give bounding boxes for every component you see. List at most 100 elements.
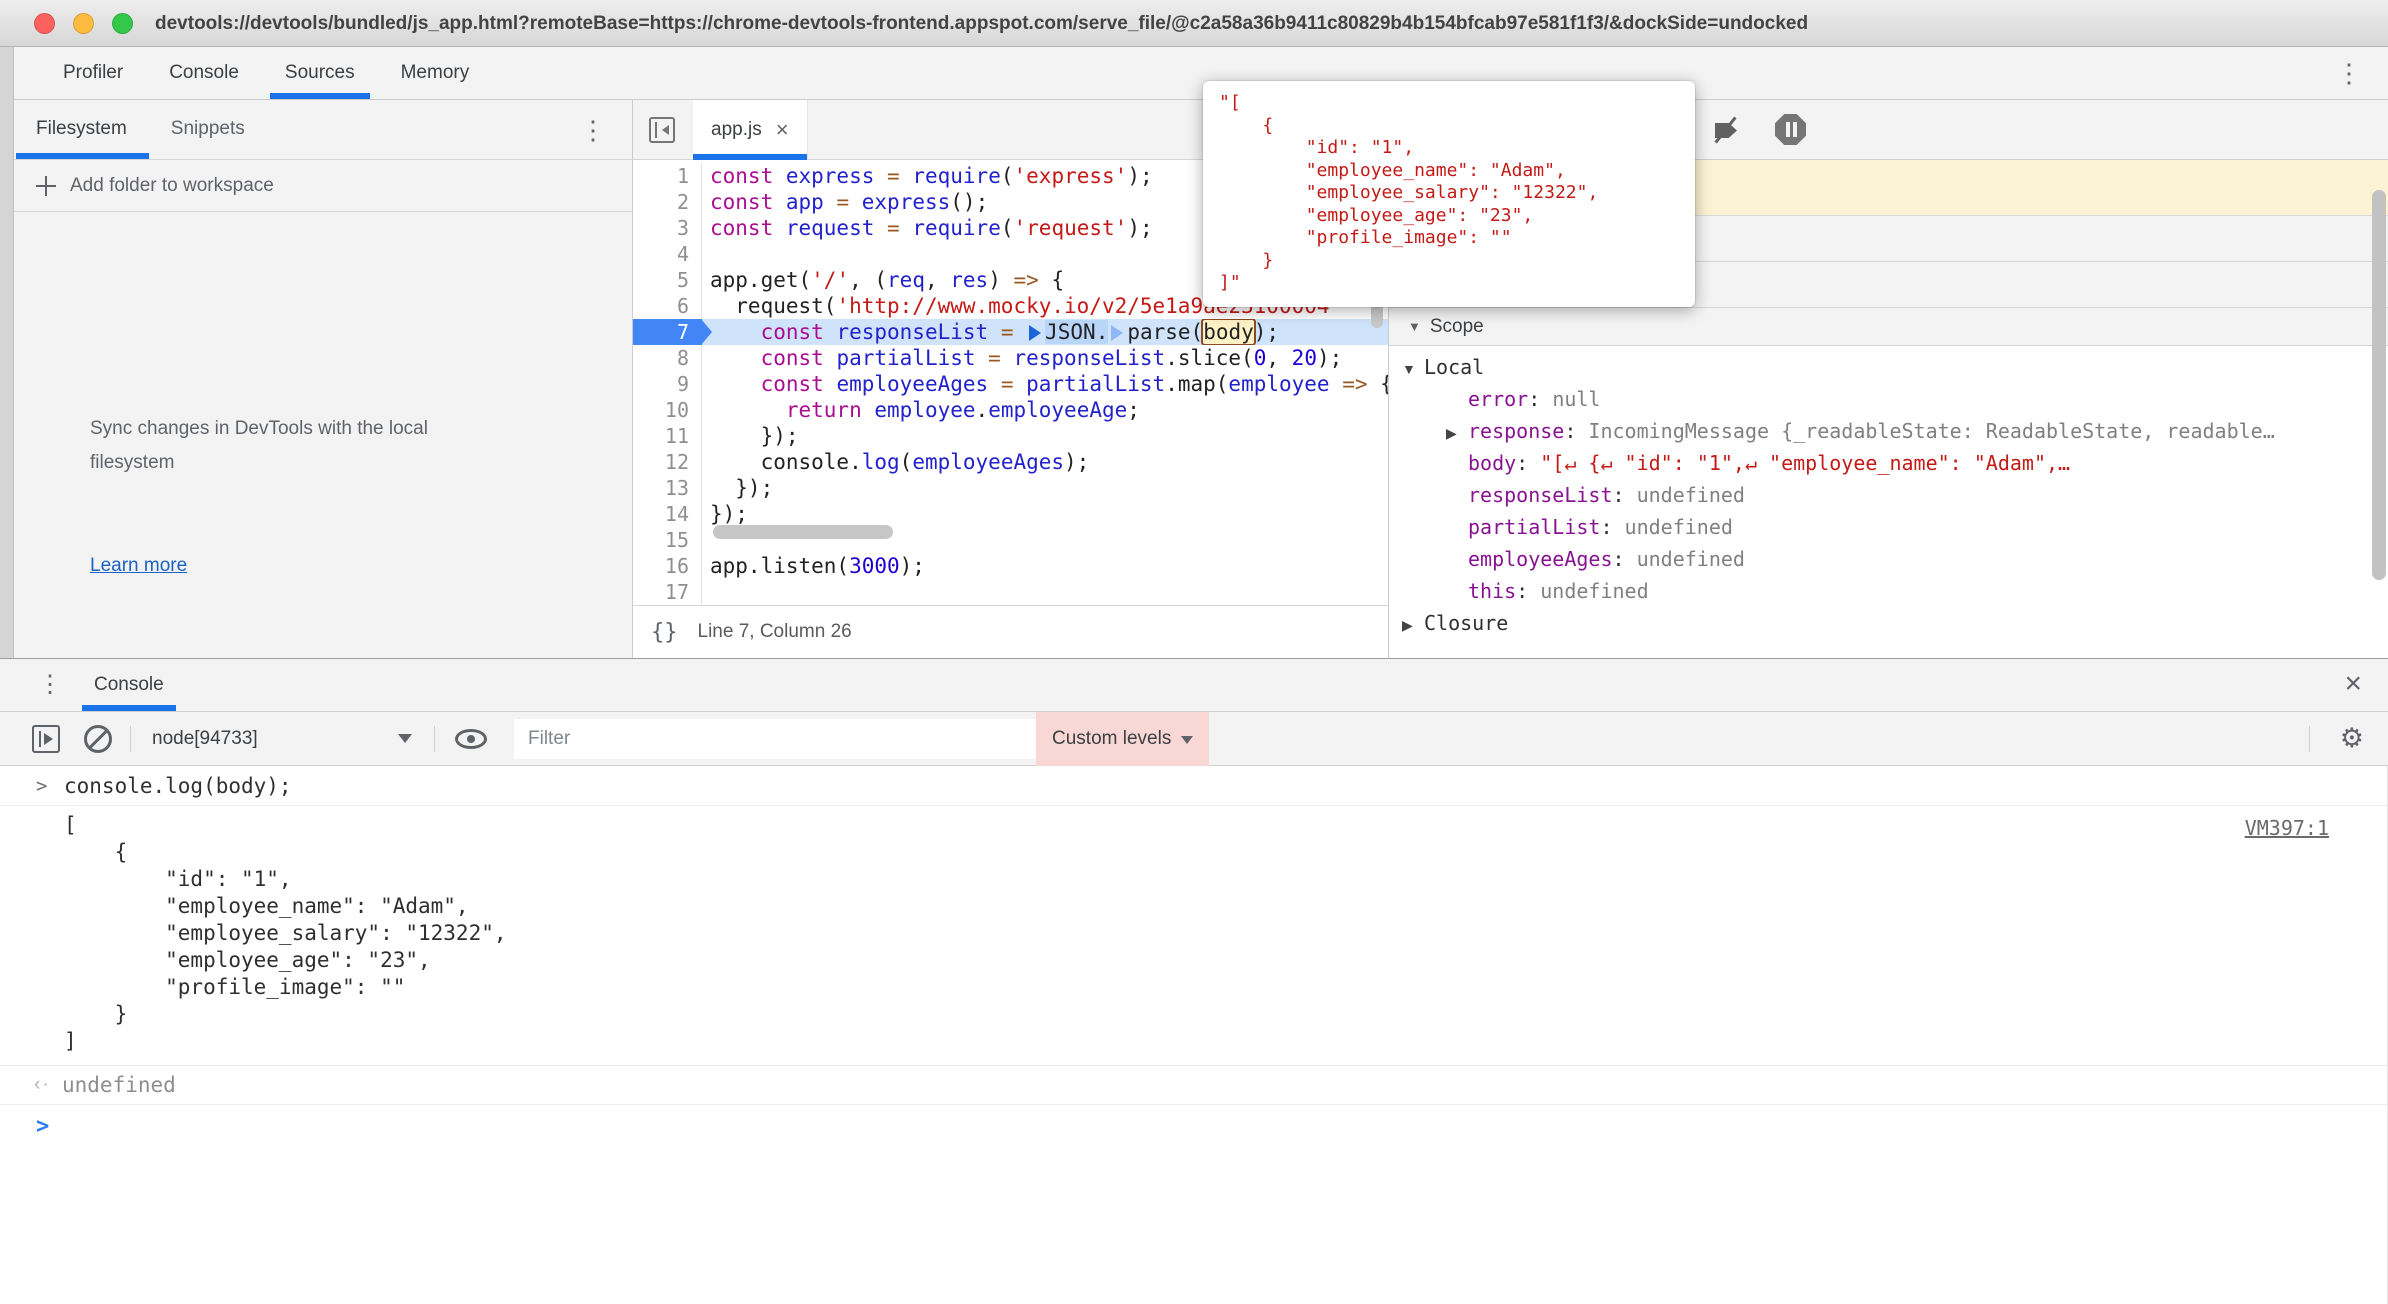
scope-row-body[interactable]: body: "[↵ {↵ "id": "1",↵ "employee_name"… xyxy=(1389,447,2388,479)
line-number[interactable]: 11 xyxy=(633,423,702,449)
close-window-button[interactable] xyxy=(34,13,55,34)
scope-row-response[interactable]: ▶response: IncomingMessage {_readableSta… xyxy=(1389,415,2388,447)
variable-value: undefined xyxy=(1637,483,1745,507)
tab-console-drawer[interactable]: Console xyxy=(82,659,176,711)
zoom-window-button[interactable] xyxy=(112,13,133,34)
console-log-row: [ { "id": "1", "employee_name": "Adam", … xyxy=(0,806,2387,1066)
returned-value: undefined xyxy=(62,1073,176,1097)
scope-section-title: Scope xyxy=(1430,316,1484,338)
code-text[interactable]: app.listen(3000); xyxy=(702,553,1388,579)
tab-memory[interactable]: Memory xyxy=(378,47,493,99)
chevron-down-icon xyxy=(1181,736,1193,750)
tab-sources[interactable]: Sources xyxy=(262,47,378,99)
line-number[interactable]: 2 xyxy=(633,189,702,215)
variable-value: "[↵ {↵ "id": "1",↵ "employee_name": "Ada… xyxy=(1540,451,2070,475)
line-number[interactable]: 17 xyxy=(633,579,702,605)
scope-row-error[interactable]: error: null xyxy=(1389,383,2388,415)
console-sidebar-icon[interactable] xyxy=(32,725,60,753)
line-number[interactable]: 6 xyxy=(633,293,702,319)
add-folder-label: Add folder to workspace xyxy=(70,175,274,197)
sync-message: Sync changes in DevTools with the local … xyxy=(90,412,490,480)
variable-value: IncomingMessage {_readableState: Readabl… xyxy=(1588,419,2274,443)
gear-icon[interactable] xyxy=(2340,723,2364,754)
line-number[interactable]: 9 xyxy=(633,371,702,397)
code-text[interactable]: }); xyxy=(702,423,1388,449)
variable-value: undefined xyxy=(1637,547,1745,571)
tab-console[interactable]: Console xyxy=(146,47,262,99)
tab-profiler[interactable]: Profiler xyxy=(40,47,146,99)
deactivate-breakpoints-icon[interactable] xyxy=(1709,113,1743,147)
console-header: Console × xyxy=(0,659,2388,712)
devtools-window: devtools://devtools/bundled/js_app.html?… xyxy=(0,0,2388,1304)
code-line: 10 return employee.employeeAge; xyxy=(633,397,1388,423)
tab-snippets[interactable]: Snippets xyxy=(171,100,267,159)
tab-filesystem[interactable]: Filesystem xyxy=(36,100,149,159)
scope-row-employeeAges[interactable]: employeeAges: undefined xyxy=(1389,543,2388,575)
line-number[interactable]: 10 xyxy=(633,397,702,423)
line-number[interactable]: 14 xyxy=(633,501,702,527)
drawer-menu-icon[interactable] xyxy=(38,673,62,697)
code-text[interactable]: }); xyxy=(702,475,1388,501)
code-text[interactable]: console.log(employeeAges); xyxy=(702,449,1388,475)
line-number[interactable]: 1 xyxy=(633,163,702,189)
console-drawer: Console × node[94733] Custom levels cons… xyxy=(0,658,2388,1304)
scope-section-header[interactable]: ▼ Scope xyxy=(1389,308,2388,346)
code-text[interactable]: const employeeAges = partialList.map(emp… xyxy=(702,371,1388,397)
code-line: 8 const partialList = responseList.slice… xyxy=(633,345,1388,371)
scope-row-Closure[interactable]: ▶Closure xyxy=(1389,607,2388,639)
line-number[interactable]: 13 xyxy=(633,475,702,501)
line-number[interactable]: 16 xyxy=(633,553,702,579)
line-number[interactable]: 12 xyxy=(633,449,702,475)
filter-input[interactable] xyxy=(514,719,1036,759)
variable-name: Local xyxy=(1424,355,1484,379)
disclosure-arrow-icon[interactable]: ▶ xyxy=(1402,609,1424,639)
prompt-icon xyxy=(36,1114,49,1139)
pause-on-exceptions-icon[interactable] xyxy=(1775,114,1806,145)
line-number[interactable]: 3 xyxy=(633,215,702,241)
code-line: 12 console.log(employeeAges); xyxy=(633,449,1388,475)
close-drawer-icon[interactable]: × xyxy=(2344,669,2362,699)
sidebar-scrollbar[interactable] xyxy=(2372,190,2386,580)
line-number[interactable]: 8 xyxy=(633,345,702,371)
tooltip-json-text: "[ { "id": "1", "employee_name": "Adam",… xyxy=(1219,92,1679,295)
minimize-window-button[interactable] xyxy=(73,13,94,34)
code-text[interactable]: const partialList = responseList.slice(0… xyxy=(702,345,1388,371)
code-text[interactable] xyxy=(702,579,1388,605)
clear-console-icon[interactable] xyxy=(84,725,112,753)
scope-row-Local[interactable]: ▼Local xyxy=(1389,351,2388,383)
line-number[interactable]: 7 xyxy=(633,319,702,345)
add-folder-button[interactable]: Add folder to workspace xyxy=(14,160,632,212)
chevron-down-icon xyxy=(398,734,412,750)
chevron-down-icon[interactable]: ▼ xyxy=(1408,319,1421,334)
variable-name: employeeAges xyxy=(1468,547,1613,571)
live-expression-icon[interactable] xyxy=(455,729,487,749)
learn-more-link[interactable]: Learn more xyxy=(90,555,187,577)
navigator-panel: Filesystem Snippets Add folder to worksp… xyxy=(14,100,633,658)
pretty-print-button[interactable]: {} xyxy=(651,620,678,645)
disclosure-arrow-icon[interactable]: ▶ xyxy=(1446,417,1468,447)
source-location-link[interactable]: VM397:1 xyxy=(2245,816,2329,840)
line-number[interactable]: 5 xyxy=(633,267,702,293)
code-text[interactable]: }); xyxy=(702,501,1388,527)
collapse-sidebar-icon[interactable] xyxy=(649,117,675,143)
line-number[interactable]: 15 xyxy=(633,527,702,553)
main-menu-icon[interactable] xyxy=(2336,60,2362,86)
execution-context-selector[interactable]: node[94733] xyxy=(152,712,258,766)
disclosure-arrow-icon[interactable]: ▼ xyxy=(1402,353,1424,383)
code-line: 14}); xyxy=(633,501,1388,527)
console-prompt[interactable] xyxy=(0,1105,2387,1147)
horizontal-scrollbar[interactable] xyxy=(713,525,893,539)
close-tab-icon[interactable]: × xyxy=(776,119,789,141)
code-line: 16app.listen(3000); xyxy=(633,553,1388,579)
editor-status-bar: {} Line 7, Column 26 xyxy=(633,605,1388,658)
navigator-menu-icon[interactable] xyxy=(580,117,606,143)
scope-row-this[interactable]: this: undefined xyxy=(1389,575,2388,607)
code-text[interactable]: const responseList = JSON.parse(body); xyxy=(702,319,1388,345)
code-text[interactable]: return employee.employeeAge; xyxy=(702,397,1388,423)
line-number[interactable]: 4 xyxy=(633,241,702,267)
scope-row-responseList[interactable]: responseList: undefined xyxy=(1389,479,2388,511)
scope-row-partialList[interactable]: partialList: undefined xyxy=(1389,511,2388,543)
console-toolbar: node[94733] Custom levels xyxy=(0,712,2388,766)
tab-app-js[interactable]: app.js × xyxy=(693,100,808,159)
log-levels-dropdown[interactable]: Custom levels xyxy=(1036,712,1209,766)
